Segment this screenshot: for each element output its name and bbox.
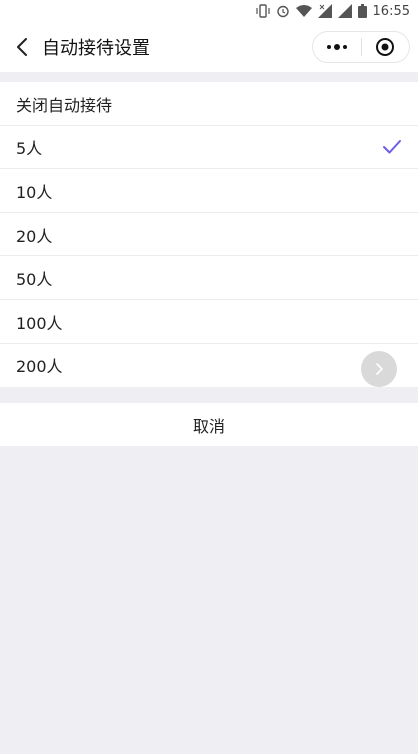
nav-bar: 自动接待设置 xyxy=(0,22,418,72)
chevron-left-icon[interactable] xyxy=(12,37,32,57)
signal-icon xyxy=(317,4,332,18)
option-label: 20人 xyxy=(16,226,53,246)
option-20[interactable]: 20人 xyxy=(0,213,418,257)
vibrate-icon xyxy=(255,4,270,18)
wifi-icon xyxy=(295,4,312,18)
battery-icon xyxy=(357,4,367,18)
cancel-button[interactable]: 取消 xyxy=(0,403,418,447)
option-label: 10人 xyxy=(16,182,53,202)
alarm-icon xyxy=(276,4,290,18)
option-label: 200人 xyxy=(16,357,63,377)
option-5[interactable]: 5人 xyxy=(0,126,418,170)
checkmark-icon xyxy=(382,139,402,155)
option-label: 5人 xyxy=(16,139,43,159)
mini-program-capsule xyxy=(312,31,410,63)
option-off[interactable]: 关闭自动接待 xyxy=(0,82,418,126)
option-list: 关闭自动接待 5人 10人 20人 50人 100人 200人 xyxy=(0,82,418,388)
status-bar: 16:55 xyxy=(0,0,418,22)
option-50[interactable]: 50人 xyxy=(0,256,418,300)
target-close-icon[interactable] xyxy=(362,32,410,62)
option-label: 100人 xyxy=(16,313,63,333)
option-label: 50人 xyxy=(16,270,53,290)
option-200[interactable]: 200人 xyxy=(0,344,418,388)
floating-chevron-right-icon[interactable] xyxy=(361,350,397,387)
status-time: 16:55 xyxy=(372,3,410,19)
option-100[interactable]: 100人 xyxy=(0,300,418,344)
signal-icon xyxy=(337,4,352,18)
more-dots-icon[interactable] xyxy=(313,32,361,62)
option-label: 关闭自动接待 xyxy=(16,95,113,115)
option-10[interactable]: 10人 xyxy=(0,169,418,213)
page-title: 自动接待设置 xyxy=(42,38,150,59)
